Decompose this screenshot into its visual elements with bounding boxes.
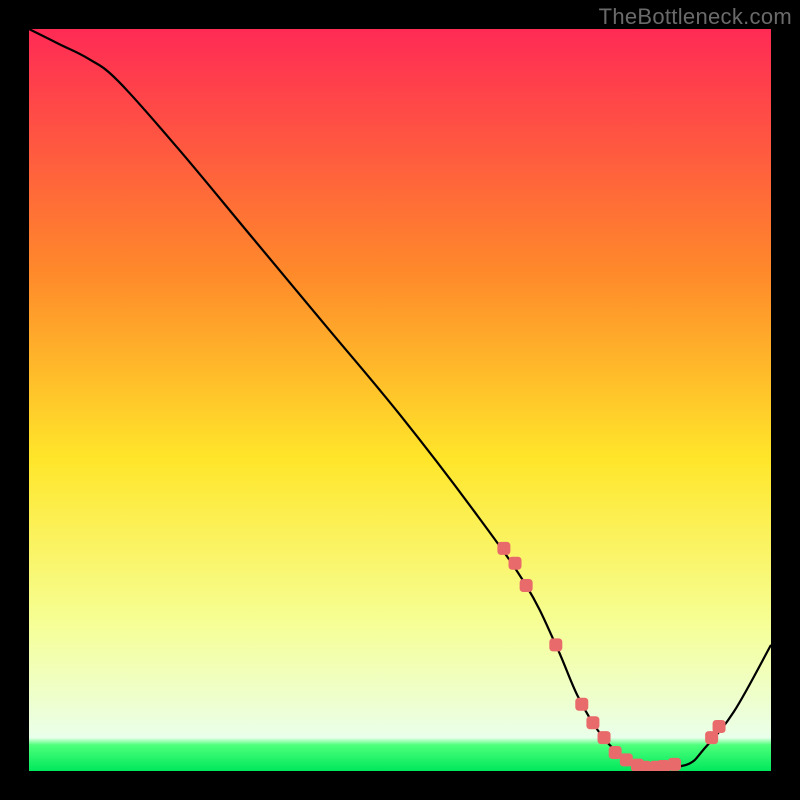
highlight-marker (575, 698, 588, 711)
highlight-marker (549, 638, 562, 651)
watermark-text: TheBottleneck.com (599, 4, 792, 30)
chart-outer-frame: TheBottleneck.com (0, 0, 800, 800)
highlight-marker (620, 753, 633, 766)
highlight-marker (586, 716, 599, 729)
chart-plot-area (29, 29, 771, 771)
highlight-marker (520, 579, 533, 592)
highlight-marker (657, 760, 670, 771)
highlight-marker (638, 761, 651, 771)
chart-background-gradient (29, 29, 771, 771)
highlight-marker (668, 758, 681, 771)
highlight-marker (509, 557, 522, 570)
highlight-marker (713, 720, 726, 733)
highlight-marker (598, 731, 611, 744)
highlight-marker (705, 731, 718, 744)
chart-svg (29, 29, 771, 771)
highlight-marker (497, 542, 510, 555)
highlight-marker (609, 746, 622, 759)
